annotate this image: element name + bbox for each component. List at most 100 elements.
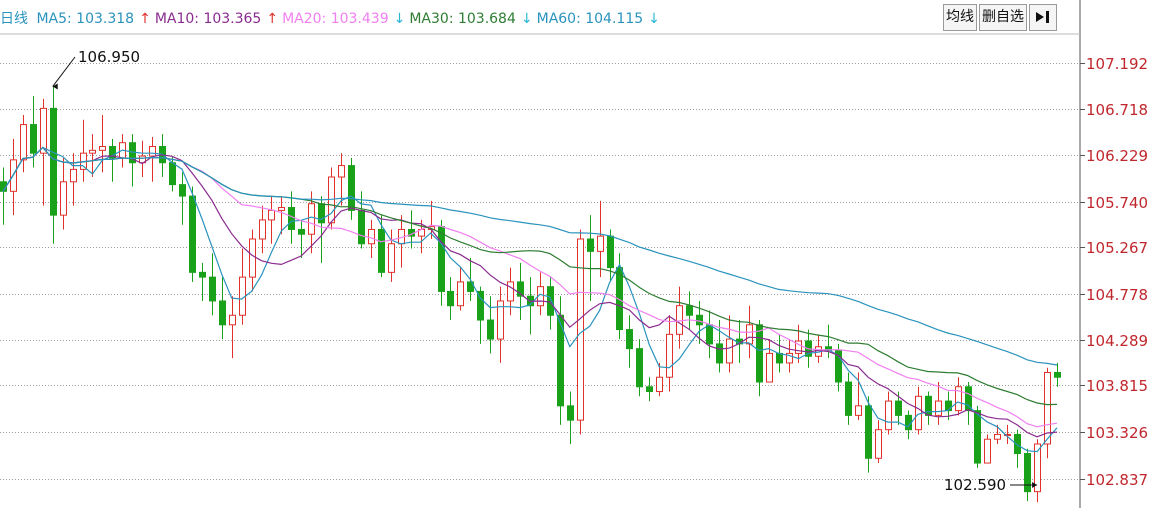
high-annotation: 106.950 bbox=[78, 48, 140, 66]
candle-down bbox=[1024, 453, 1031, 493]
candle-up bbox=[656, 376, 663, 393]
chart-svg bbox=[0, 0, 1085, 508]
y-tick-label: 103.326 bbox=[1086, 423, 1149, 442]
candle-down bbox=[288, 207, 295, 230]
candle-down bbox=[438, 226, 445, 292]
candle-up bbox=[308, 203, 315, 235]
high-annotation-label: 106.950 bbox=[78, 48, 141, 66]
low-annotation: 102.590 bbox=[944, 476, 1006, 494]
candle-down bbox=[756, 324, 763, 383]
ma-ma20-label: MA20: 103.439 bbox=[282, 11, 389, 27]
candle-down bbox=[169, 162, 176, 186]
candle-up bbox=[338, 165, 345, 178]
high-pointer bbox=[52, 56, 76, 87]
candle-up bbox=[855, 405, 862, 416]
candle-up bbox=[994, 433, 1001, 440]
candle-down bbox=[646, 386, 653, 393]
candle-up bbox=[577, 238, 584, 421]
candle-down bbox=[447, 290, 454, 307]
candle-down bbox=[607, 235, 614, 269]
candle-down bbox=[716, 343, 723, 364]
candle-down bbox=[706, 324, 713, 345]
y-tick-label: 106.229 bbox=[1086, 146, 1149, 165]
ma-ma5-arrow: ↑ bbox=[139, 11, 151, 27]
candle-down bbox=[776, 352, 783, 364]
y-tick-label: 104.778 bbox=[1086, 285, 1149, 304]
candle-down bbox=[626, 329, 633, 350]
toolbar: 均线 删自选 bbox=[943, 4, 1059, 31]
candle-up bbox=[885, 400, 892, 431]
y-tick-label: 105.267 bbox=[1086, 238, 1149, 257]
candle-up bbox=[249, 238, 256, 278]
candle-up bbox=[875, 429, 882, 459]
candle-up bbox=[89, 149, 96, 154]
candle-down bbox=[696, 314, 703, 326]
candle-up bbox=[368, 228, 375, 245]
candle-up bbox=[70, 168, 77, 183]
candle-down bbox=[1054, 371, 1061, 378]
ma-ma5-label: MA5: 103.318 bbox=[36, 11, 135, 27]
ma-ma60-arrow: ↓ bbox=[648, 11, 660, 27]
candle-down bbox=[378, 228, 385, 273]
candle-up bbox=[766, 352, 773, 383]
ma-ma20-arrow: ↓ bbox=[393, 11, 406, 27]
candle-down bbox=[50, 107, 57, 216]
candle-down bbox=[567, 405, 574, 421]
kline-chart: 日线 MA5: 103.318 ↑ MA10: 103.365 ↑ MA20: 103.… bbox=[0, 0, 1165, 508]
candle-down bbox=[179, 184, 186, 197]
y-tick-label: 107.192 bbox=[1086, 54, 1149, 73]
y-tick-label: 103.815 bbox=[1086, 376, 1149, 395]
candle-down bbox=[865, 405, 872, 459]
chart-header: 日线 MA5: 103.318 ↑ MA10: 103.365 ↑ MA20: 103.… bbox=[0, 0, 1080, 34]
candle-down bbox=[199, 271, 206, 278]
candle-up bbox=[935, 400, 942, 416]
candle-down bbox=[189, 195, 196, 273]
candle-up bbox=[457, 281, 464, 307]
candle-down bbox=[219, 300, 226, 326]
candle-up bbox=[278, 207, 285, 211]
y-tick-label: 104.289 bbox=[1086, 331, 1149, 350]
candle-down bbox=[587, 238, 594, 252]
candle-up bbox=[259, 219, 266, 240]
y-tick-label: 102.837 bbox=[1086, 470, 1149, 489]
candle-up bbox=[229, 314, 236, 326]
candle-down bbox=[974, 410, 981, 464]
candle-up bbox=[268, 209, 275, 221]
candle-down bbox=[30, 124, 37, 154]
avg-line-button[interactable]: 均线 bbox=[943, 4, 977, 31]
y-tick-label: 106.718 bbox=[1086, 100, 1149, 119]
candle-up bbox=[99, 146, 106, 151]
exit-arrow-icon[interactable] bbox=[1029, 4, 1057, 31]
candle-down bbox=[895, 400, 902, 416]
candle-down bbox=[348, 165, 355, 211]
candle-up bbox=[746, 324, 753, 345]
candle-down bbox=[845, 381, 852, 416]
y-tick-label: 105.740 bbox=[1086, 193, 1149, 212]
ma-list: MA5: 103.318 ↑ MA10: 103.365 ↑ MA20: 103.439… bbox=[36, 11, 663, 27]
period-label[interactable]: 日线 bbox=[0, 11, 28, 27]
ma-ma10-label: MA10: 103.365 bbox=[154, 11, 262, 27]
candle-up bbox=[666, 333, 673, 378]
ma-ma60-label: MA60: 104.115 bbox=[536, 11, 644, 27]
candle-down bbox=[487, 319, 494, 340]
candle-down bbox=[686, 305, 693, 316]
candle-up bbox=[388, 243, 395, 273]
candle-down bbox=[209, 276, 216, 302]
ma-ma30-label: MA30: 103.684 bbox=[409, 11, 516, 27]
candle-up bbox=[60, 181, 67, 216]
candle-up bbox=[20, 124, 27, 161]
ma-legend: 日线 MA5: 103.318 ↑ MA10: 103.365 ↑ MA20: 103.… bbox=[0, 8, 668, 28]
candle-down bbox=[636, 348, 643, 388]
candle-up bbox=[984, 438, 991, 464]
ma-line-ma30 bbox=[2, 146, 1058, 406]
candle-up bbox=[149, 146, 156, 157]
candle-down bbox=[298, 228, 305, 235]
candle-up bbox=[597, 235, 604, 252]
low-annotation-label: 102.590 bbox=[944, 476, 1007, 494]
candle-up bbox=[676, 305, 683, 335]
delete-custom-button[interactable]: 删自选 bbox=[979, 4, 1027, 31]
ma-ma30-arrow: ↓ bbox=[520, 11, 533, 27]
candle-up bbox=[507, 281, 514, 302]
candle-down bbox=[358, 209, 365, 245]
candle-up bbox=[40, 107, 47, 154]
